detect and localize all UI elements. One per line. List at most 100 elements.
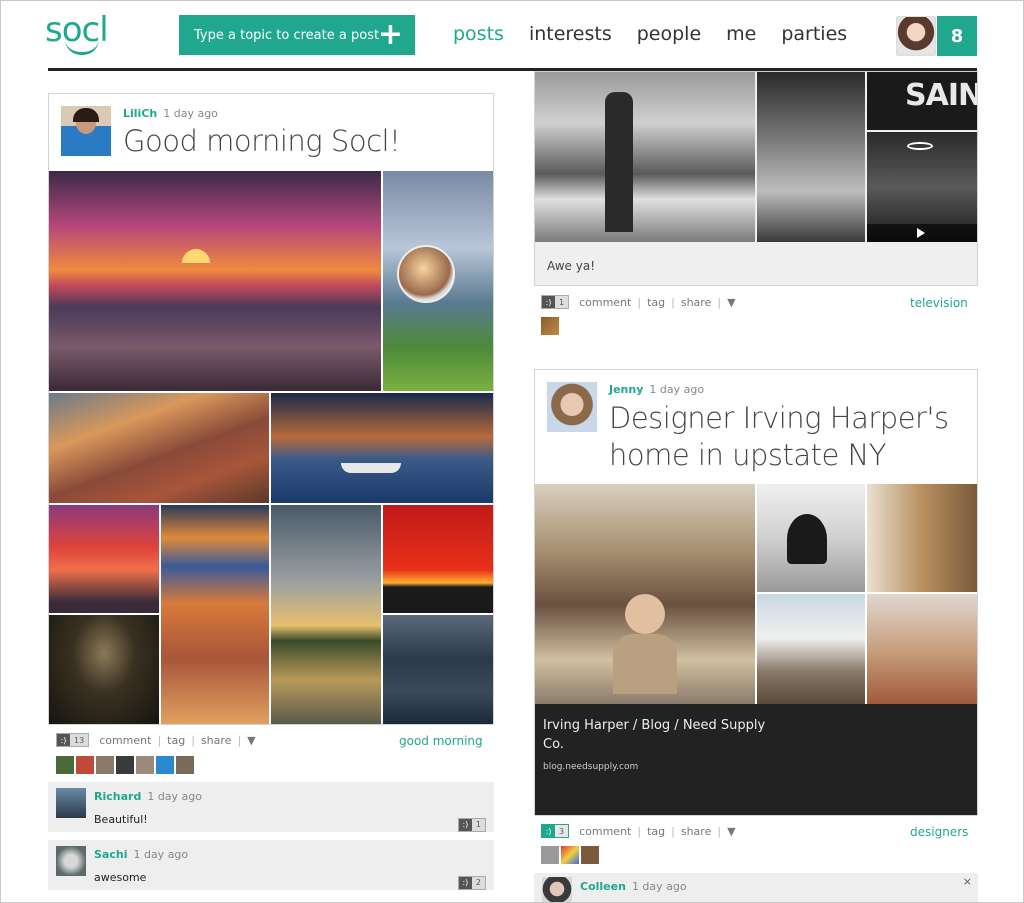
- post-title[interactable]: Designer Irving Harper's home in upstate…: [609, 400, 949, 474]
- photo-rock-sunrise[interactable]: [49, 393, 269, 503]
- comment-text: Beautiful!: [94, 813, 148, 826]
- more-dropdown-icon[interactable]: ▼: [727, 825, 735, 838]
- avatar[interactable]: [561, 846, 579, 864]
- nav-interests[interactable]: interests: [529, 23, 612, 45]
- topic-tag[interactable]: designers: [910, 825, 968, 839]
- avatar[interactable]: [76, 756, 94, 774]
- comment-time: 1 day ago: [133, 848, 189, 861]
- comment-count-badge[interactable]: :) 1: [541, 295, 570, 309]
- photo-ocean-waves[interactable]: [383, 615, 493, 724]
- comment-author[interactable]: Colleen: [580, 880, 626, 893]
- nav-me[interactable]: me: [726, 23, 756, 45]
- comment-item: Richard 1 day ago Beautiful! :) 1: [48, 782, 494, 832]
- avatar[interactable]: [136, 756, 154, 774]
- more-dropdown-icon[interactable]: ▼: [247, 734, 255, 747]
- avatar[interactable]: [56, 788, 86, 818]
- photo-irving-harper[interactable]: [535, 484, 755, 704]
- play-icon[interactable]: [917, 228, 925, 238]
- link-title: Co.: [543, 737, 564, 752]
- post-actions: :) 3 comment | tag | share | ▼: [541, 824, 736, 838]
- comment-link[interactable]: comment: [579, 825, 631, 838]
- avatar[interactable]: [116, 756, 134, 774]
- avatar[interactable]: [541, 317, 559, 335]
- avatar[interactable]: [547, 382, 597, 432]
- post-author[interactable]: LiliCh: [123, 107, 157, 120]
- comment-author[interactable]: Richard: [94, 790, 141, 803]
- participant-avatars: [541, 317, 561, 335]
- comment-count-badge[interactable]: :) 3: [541, 824, 570, 838]
- post-author[interactable]: Jenny: [609, 383, 643, 396]
- avatar[interactable]: [61, 106, 111, 156]
- share-link[interactable]: share: [681, 825, 712, 838]
- logo-smile-icon: [65, 39, 99, 55]
- share-link[interactable]: share: [681, 296, 712, 309]
- main-nav: posts interests people me parties: [453, 23, 872, 45]
- participant-avatars: [541, 846, 601, 864]
- photo-boat-sunset[interactable]: [271, 393, 493, 503]
- post-time: 1 day ago: [649, 383, 705, 396]
- photo-room-windows[interactable]: [757, 594, 865, 704]
- comment-count-badge[interactable]: :) 13: [56, 733, 90, 747]
- comment-link[interactable]: comment: [99, 734, 151, 747]
- photo-sunset-beach[interactable]: [49, 171, 381, 391]
- photo-red-horizon[interactable]: [383, 505, 493, 613]
- photo-saint-title[interactable]: SAINT: [867, 72, 977, 130]
- topic-tag[interactable]: television: [910, 296, 968, 310]
- avatar[interactable]: [541, 846, 559, 864]
- avatar[interactable]: [156, 756, 174, 774]
- post-title[interactable]: Good morning Socl!: [123, 124, 401, 158]
- avatar[interactable]: [96, 756, 114, 774]
- avatar[interactable]: [56, 846, 86, 876]
- photo-actress[interactable]: [757, 72, 865, 242]
- avatar[interactable]: [176, 756, 194, 774]
- more-dropdown-icon[interactable]: ▼: [727, 296, 735, 309]
- reply-count-badge[interactable]: :) 1: [457, 817, 486, 832]
- photo-sculptures[interactable]: [757, 484, 865, 592]
- nav-people[interactable]: people: [637, 23, 701, 45]
- photo-canyon[interactable]: [161, 505, 269, 724]
- photo-trees-reflection[interactable]: [271, 505, 381, 724]
- share-link[interactable]: share: [201, 734, 232, 747]
- post-actions: :) 13 comment | tag | share | ▼: [56, 733, 256, 747]
- post-title-line: Designer Irving Harper's: [609, 401, 949, 435]
- post-actions: :) 1 comment | tag | share | ▼: [541, 295, 736, 309]
- link-preview[interactable]: Irving Harper / Blog / Need Supply Co. b…: [535, 704, 977, 815]
- create-post-button[interactable]: Type a topic to create a post +: [179, 15, 415, 55]
- comment-icon: :): [57, 734, 70, 746]
- photo-red-sky[interactable]: [49, 505, 159, 613]
- current-user-avatar[interactable]: [896, 16, 936, 56]
- photo-mosaic: SAINT: [535, 72, 977, 242]
- comment-time: 1 day ago: [147, 790, 203, 803]
- post-card-lilich: LiliCh 1 day ago Good morning Socl!: [48, 93, 494, 725]
- comment-item: Sachi 1 day ago awesome :) 2: [48, 840, 494, 890]
- comment-icon: :): [542, 296, 555, 308]
- participant-avatars: [56, 756, 196, 774]
- photo-mosaic: [49, 171, 493, 724]
- nav-posts[interactable]: posts: [453, 23, 504, 45]
- comment-item: Colleen 1 day ago ×: [534, 873, 978, 902]
- avatar[interactable]: [56, 756, 74, 774]
- photo-saint-halo[interactable]: [867, 132, 977, 242]
- reply-count-badge[interactable]: :) 2: [457, 875, 486, 890]
- photo-mosaic: [535, 484, 977, 704]
- post-title-line: home in upstate NY: [609, 438, 886, 472]
- avatar[interactable]: [542, 877, 572, 902]
- comment-time: 1 day ago: [631, 880, 687, 893]
- comment-author[interactable]: Sachi: [94, 848, 127, 861]
- socl-logo[interactable]: socl: [45, 13, 125, 59]
- link-url: blog.needsupply.com: [543, 762, 639, 772]
- photo-shelf-art[interactable]: [867, 484, 977, 592]
- comment-link[interactable]: comment: [579, 296, 631, 309]
- photo-bubble-lake[interactable]: [383, 171, 493, 391]
- tag-link[interactable]: tag: [647, 296, 665, 309]
- tag-link[interactable]: tag: [647, 825, 665, 838]
- photo-dark-cave[interactable]: [49, 615, 159, 724]
- topic-tag[interactable]: good morning: [399, 734, 483, 748]
- notification-badge[interactable]: 8: [937, 16, 977, 56]
- photo-studio-objects[interactable]: [867, 594, 977, 704]
- photo-man-car[interactable]: [535, 72, 755, 242]
- avatar[interactable]: [581, 846, 599, 864]
- nav-parties[interactable]: parties: [781, 23, 847, 45]
- tag-link[interactable]: tag: [167, 734, 185, 747]
- close-icon[interactable]: ×: [963, 875, 972, 888]
